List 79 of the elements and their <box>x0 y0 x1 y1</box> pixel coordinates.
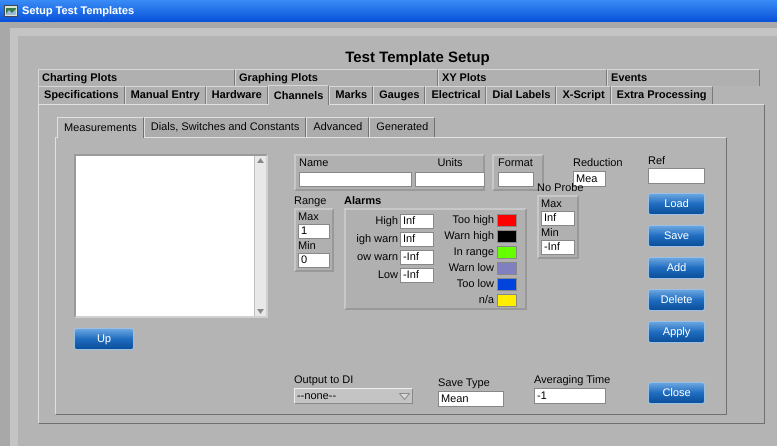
limit-field[interactable]: Inf <box>400 232 434 246</box>
alarm-label: In range <box>454 245 494 260</box>
color-swatch[interactable] <box>497 246 517 259</box>
window-title: Setup Test Templates <box>22 4 134 19</box>
dropdown-arrow-icon[interactable] <box>399 392 410 400</box>
action-button[interactable]: Delete <box>648 289 705 311</box>
name-field[interactable] <box>299 172 412 187</box>
tab[interactable]: Gauges <box>373 86 426 104</box>
output-label: Output to DI <box>294 373 354 387</box>
alarm-label: Warn low <box>448 261 494 276</box>
color-swatch[interactable] <box>497 230 517 243</box>
action-button[interactable]: Load <box>648 193 705 215</box>
units-field[interactable] <box>415 172 485 187</box>
color-swatch[interactable] <box>497 214 517 227</box>
close-button[interactable]: Close <box>648 382 705 404</box>
reduction-label: Reduction <box>573 156 623 170</box>
color-swatch[interactable] <box>497 262 517 275</box>
tab[interactable]: Generated <box>369 117 436 137</box>
tab[interactable]: Dial Labels <box>486 86 556 104</box>
color-swatch[interactable] <box>497 294 517 307</box>
tab[interactable]: Hardware <box>206 86 268 104</box>
ref-label: Ref <box>648 154 666 168</box>
color-swatch[interactable] <box>497 278 517 291</box>
scroll-down-icon[interactable] <box>257 309 264 314</box>
format-field[interactable] <box>498 172 534 187</box>
max-field[interactable]: 1 <box>298 224 330 239</box>
tab[interactable]: XY Plots <box>438 69 607 86</box>
tab[interactable]: Marks <box>329 86 374 104</box>
tab[interactable]: Dials, Switches and Constants <box>144 117 306 137</box>
alarms-label: Alarms <box>344 194 382 208</box>
alarm-label: Too low <box>456 277 494 292</box>
limit-label: ow warn <box>357 250 398 265</box>
scrollbar[interactable] <box>254 156 266 316</box>
dropdown-value: --none-- <box>297 389 336 403</box>
max-field[interactable]: Inf <box>541 211 575 226</box>
tab[interactable]: Charting Plots <box>38 69 235 86</box>
tab[interactable]: Manual Entry <box>124 86 206 104</box>
tab[interactable]: X-Script <box>556 86 611 104</box>
limit-label: igh warn <box>356 232 398 247</box>
limit-field[interactable]: Inf <box>400 214 434 228</box>
alarm-label: Too high <box>452 213 494 228</box>
tab[interactable]: Events <box>607 69 760 86</box>
dialog-heading: Test Template Setup <box>344 48 491 68</box>
format-label: Format <box>498 156 534 170</box>
output-dropdown[interactable]: --none-- <box>294 388 413 404</box>
action-button[interactable]: Save <box>648 225 705 247</box>
save-type-field[interactable]: Mean <box>438 391 504 407</box>
measurement-list[interactable] <box>74 154 268 318</box>
min-field[interactable]: -Inf <box>541 240 575 255</box>
max-label: Max <box>541 197 563 211</box>
name-label: Name <box>299 156 330 171</box>
alarm-label: Warn high <box>444 229 494 244</box>
limit-field[interactable]: -Inf <box>400 250 434 264</box>
tab[interactable]: Specifications <box>38 86 125 104</box>
averaging-time-label: Averaging Time <box>534 373 610 387</box>
tab[interactable]: Channels <box>268 85 330 105</box>
tab[interactable]: Advanced <box>306 117 370 137</box>
min-label: Min <box>541 226 560 240</box>
tab[interactable]: Measurements <box>57 117 144 138</box>
action-button[interactable]: Apply <box>648 321 705 343</box>
action-button[interactable]: Add <box>648 257 705 279</box>
limit-label: High <box>375 214 398 229</box>
tab[interactable]: Graphing Plots <box>235 69 438 86</box>
ref-field[interactable] <box>648 168 705 184</box>
scroll-up-icon[interactable] <box>257 158 264 163</box>
up-button[interactable]: Up <box>74 328 134 350</box>
tab[interactable]: Electrical <box>425 86 486 104</box>
units-label: Units <box>436 156 464 171</box>
alarm-label: n/a <box>478 293 494 308</box>
min-label: Min <box>298 239 317 253</box>
save-type-label: Save Type <box>438 376 491 390</box>
app-icon <box>4 5 18 17</box>
min-field[interactable]: 0 <box>298 253 330 268</box>
max-label: Max <box>298 210 320 224</box>
range-label: Range <box>294 194 328 208</box>
averaging-time-field[interactable]: -1 <box>534 388 606 404</box>
limit-field[interactable]: -Inf <box>400 268 434 282</box>
tab[interactable]: Extra Processing <box>610 86 713 104</box>
limit-label: Low <box>378 268 398 283</box>
